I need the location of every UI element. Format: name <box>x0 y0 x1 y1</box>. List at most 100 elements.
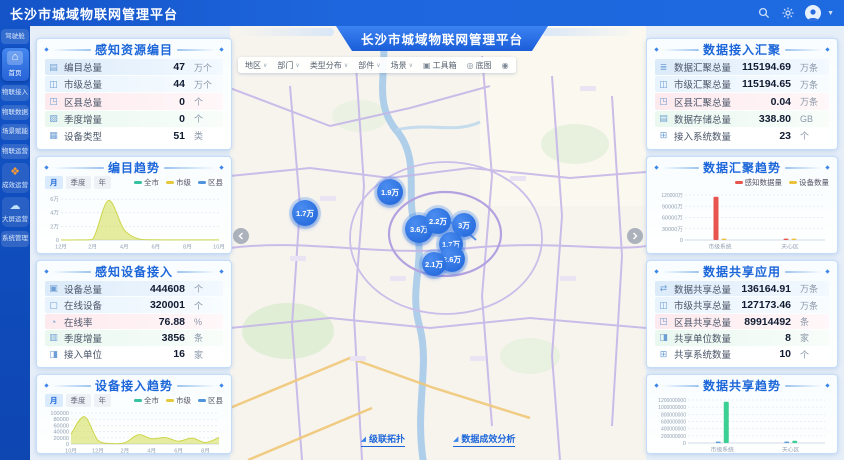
sidebar-item-label: 大屏运营 <box>2 216 28 223</box>
stat-value: 10 <box>779 348 791 360</box>
filter-type[interactable]: 类型分布∨ <box>310 60 348 71</box>
stat-unit: 个 <box>194 95 220 108</box>
stat-value: 0.04 <box>771 96 791 108</box>
svg-text:4月: 4月 <box>120 244 129 251</box>
stat-row: ▤数据存储总量338.80GB <box>655 111 829 127</box>
map-bubble[interactable]: 1.9万 <box>377 179 403 205</box>
user-avatar[interactable] <box>805 5 821 21</box>
city-icon: ◫ <box>658 79 669 90</box>
panel-title: 感知设备接入 <box>95 263 173 280</box>
filter-scene[interactable]: 场景∨ <box>391 60 413 71</box>
map-bubble[interactable]: 2.1万 <box>422 252 446 276</box>
map-bubble[interactable]: 2.2万 <box>425 208 451 234</box>
chevron-down-icon: ∨ <box>295 62 299 69</box>
cascade-topology-link[interactable]: ◢ 级联拓扑 <box>361 432 405 447</box>
map-basemap <box>230 26 646 460</box>
map-scroll-left-button[interactable] <box>233 228 249 244</box>
hands-icon: ❖ <box>2 166 29 178</box>
sidebar-item-label: 物联运营 <box>2 148 28 155</box>
sidebar-item-iot-ops[interactable]: 物联运营 <box>1 144 29 159</box>
stat-row: ▢在线设备320001个 <box>45 297 223 312</box>
chevron-down-icon[interactable]: ▼ <box>827 10 834 17</box>
stat-row: ▦设备类型51类 <box>45 128 223 144</box>
svg-text:40000: 40000 <box>53 430 69 436</box>
filter-component[interactable]: 部件∨ <box>358 60 380 71</box>
district-icon: ◳ <box>48 96 59 107</box>
stat-row: ◳区县共享总量89914492条 <box>655 314 829 329</box>
tab-季度[interactable]: 季度 <box>66 394 91 407</box>
filter-dept[interactable]: 部门∨ <box>277 60 299 71</box>
tab-季度[interactable]: 季度 <box>66 176 91 189</box>
stat-unit: GB <box>800 114 826 124</box>
stat-value: 47 <box>173 61 185 73</box>
stat-label: 区县共享总量 <box>674 315 731 329</box>
tab-年[interactable]: 年 <box>94 176 112 189</box>
gear-icon[interactable] <box>781 7 794 20</box>
stat-value: 8 <box>785 332 791 344</box>
stat-row: ▣设备总量444608个 <box>45 281 223 296</box>
map-scroll-right-button[interactable] <box>627 228 643 244</box>
stat-value: 0 <box>179 96 185 108</box>
city-icon: ◫ <box>48 79 59 90</box>
toolbox-button[interactable]: ▣工具箱 <box>423 60 457 71</box>
stat-row: ◔在线率76.88% <box>45 314 223 329</box>
storage-icon: ▤ <box>658 113 669 124</box>
stat-label: 数据汇聚总量 <box>674 60 731 74</box>
org-icon: ◨ <box>48 349 59 360</box>
stat-label: 数据共享总量 <box>674 282 731 296</box>
map-bubble[interactable]: 1.7万 <box>292 200 318 226</box>
panel-title: 数据共享趋势 <box>703 377 781 394</box>
svg-text:2万: 2万 <box>50 223 59 230</box>
panel-data-aggregation: 数据接入汇聚 ≣数据汇聚总量115194.69万条◫市级汇聚总量115194.6… <box>646 38 838 150</box>
sidebar-item-label: 成效运营 <box>2 182 28 189</box>
home-icon: ⌂ <box>7 51 23 65</box>
sidebar-item-cockpit[interactable]: 驾驶舱 <box>1 29 29 44</box>
stat-row: ⊞接入系统数量23个 <box>655 128 829 144</box>
sidebar-item-iot-data[interactable]: 物联数据 <box>1 105 29 120</box>
toolbar-item-label: 场景 <box>391 60 407 71</box>
search-icon[interactable] <box>757 7 770 20</box>
stat-row: ◫市级共享总量127173.46万条 <box>655 297 829 312</box>
org-icon: ◨ <box>658 332 669 343</box>
panel-title: 数据共享应用 <box>703 263 781 280</box>
stat-label: 共享单位数量 <box>674 331 731 345</box>
stat-label: 设备总量 <box>64 282 102 296</box>
filter-region[interactable]: 地区∨ <box>245 60 267 71</box>
sidebar-item-system[interactable]: 系统管理 <box>1 231 29 246</box>
legend-item: 市级 <box>166 395 191 406</box>
panel-perception-catalog: 感知资源编目 ▤编目总量47万个◫市级总量44万个◳区县总量0个▨季度增量0个▦… <box>36 38 232 150</box>
stat-row: ◫市级汇聚总量115194.65万条 <box>655 76 829 92</box>
data-effect-link[interactable]: ◢ 数据成效分析 <box>453 432 515 447</box>
sidebar-item-scene[interactable]: 场景赋能 <box>1 124 29 139</box>
sidebar-item-label: 驾驶舱 <box>5 33 25 40</box>
link-label: 数据成效分析 <box>461 432 515 445</box>
sidebar-item-effect-ops[interactable]: ❖ 成效运营 <box>2 163 29 193</box>
stat-label: 区县汇聚总量 <box>674 95 731 109</box>
basemap-button[interactable]: ◎底图 <box>467 60 492 71</box>
sidebar-item-iot-access[interactable]: 物联接入 <box>1 85 29 100</box>
sidebar-item-home[interactable]: ⌂首页 <box>2 48 29 81</box>
svg-text:0: 0 <box>680 238 683 244</box>
stat-row: ◨接入单位16家 <box>45 347 223 362</box>
stat-unit: 个 <box>194 282 220 295</box>
panel-title: 编目趋势 <box>108 159 160 176</box>
sidebar-item-screen-ops[interactable]: ☁大屏运营 <box>2 197 29 227</box>
panel-aggregation-trend: 数据汇聚趋势 感知数据量设备数量 030000万60000万90000万1200… <box>646 156 838 254</box>
tab-月[interactable]: 月 <box>45 176 63 189</box>
visibility-button[interactable]: ◉ <box>502 61 509 70</box>
tab-年[interactable]: 年 <box>94 394 112 407</box>
aggregation-trend-chart: 030000万60000万90000万120000万市级系统天心区 <box>655 190 831 250</box>
panel-device-trend: 设备接入趋势 月季度年全市市级区县 0200004000060000800001… <box>36 374 232 454</box>
panel-title: 数据汇聚趋势 <box>703 159 781 176</box>
topology-icon: ◢ <box>361 435 366 443</box>
svg-text:12月: 12月 <box>92 448 104 455</box>
svg-text:市级系统: 市级系统 <box>711 446 734 454</box>
link-label: 级联拓扑 <box>369 432 405 445</box>
svg-text:20000: 20000 <box>53 436 69 442</box>
tab-月[interactable]: 月 <box>45 394 63 407</box>
city-map[interactable]: 长沙市城域物联网管理平台 地区∨部门∨类型分布∨部件∨场景∨▣工具箱◎底图◉ 1… <box>230 26 646 460</box>
legend-item: 全市 <box>134 177 159 188</box>
system-icon: ⊞ <box>658 130 669 141</box>
banner-decoration-left <box>238 28 334 36</box>
svg-text:10月: 10月 <box>65 448 77 455</box>
